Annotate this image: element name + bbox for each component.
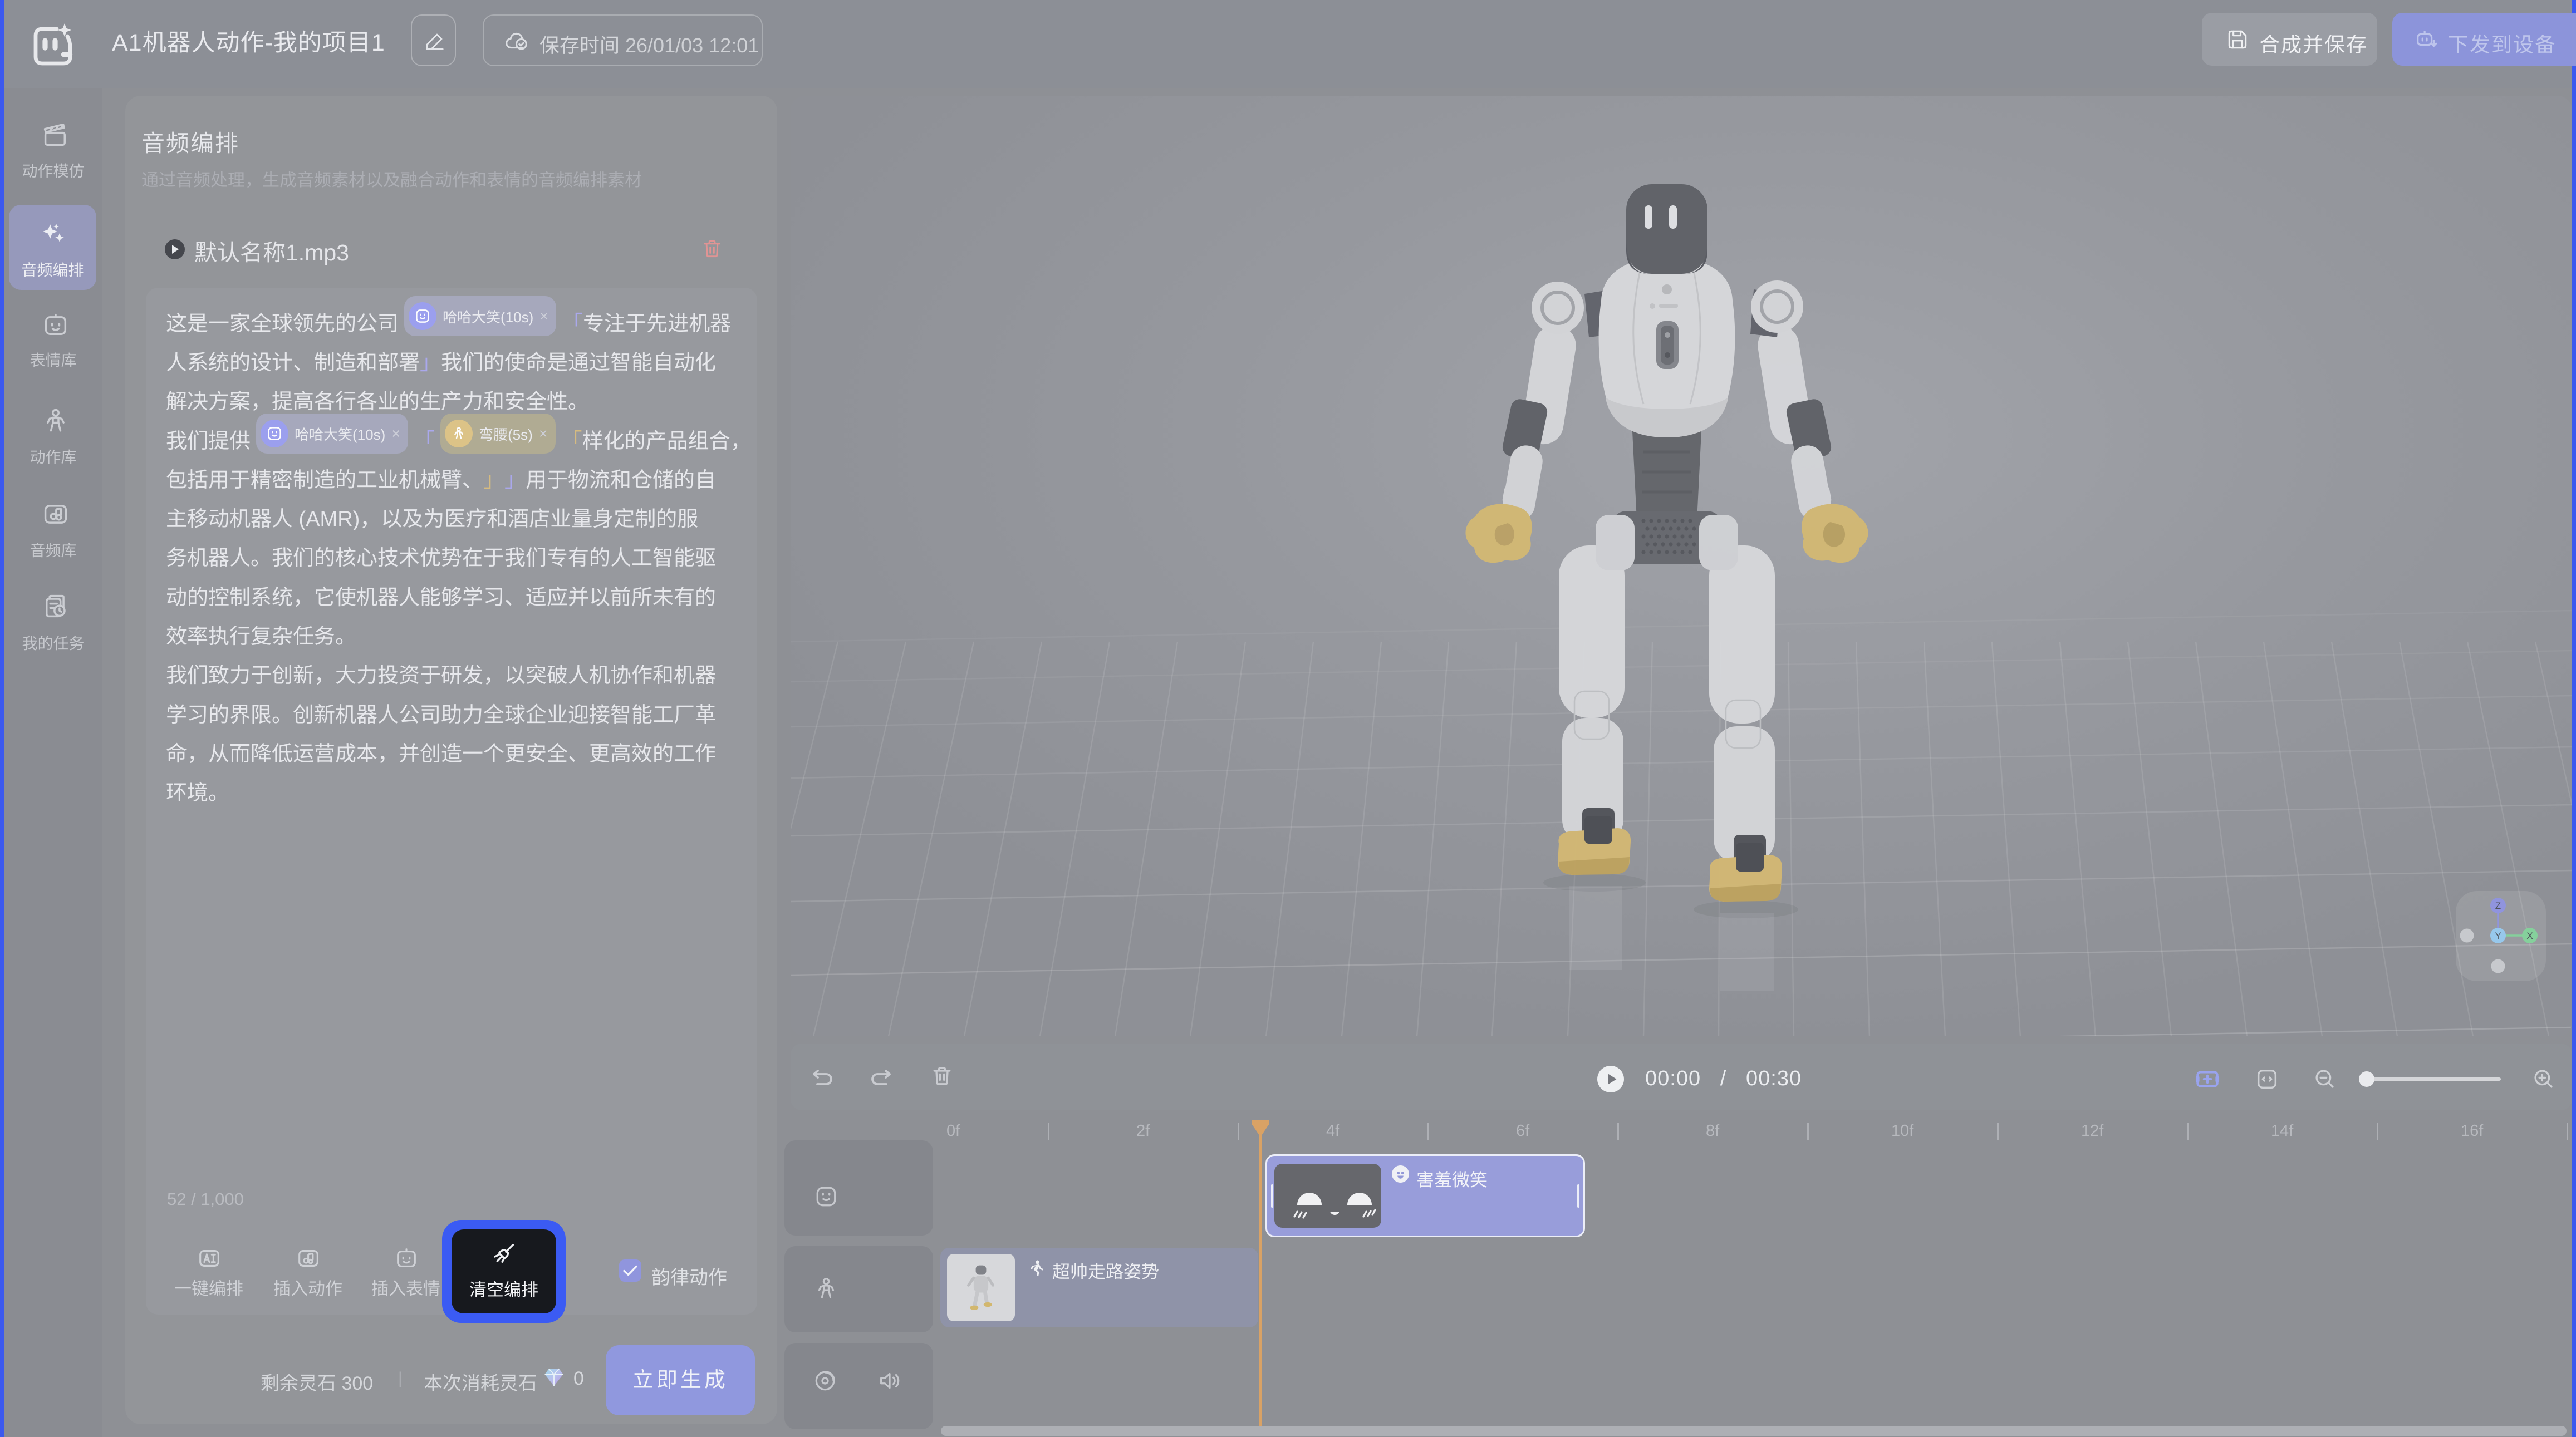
- svg-text:X: X: [2526, 931, 2533, 941]
- svg-text:Z: Z: [2495, 900, 2501, 911]
- svg-text:Y: Y: [2495, 931, 2501, 941]
